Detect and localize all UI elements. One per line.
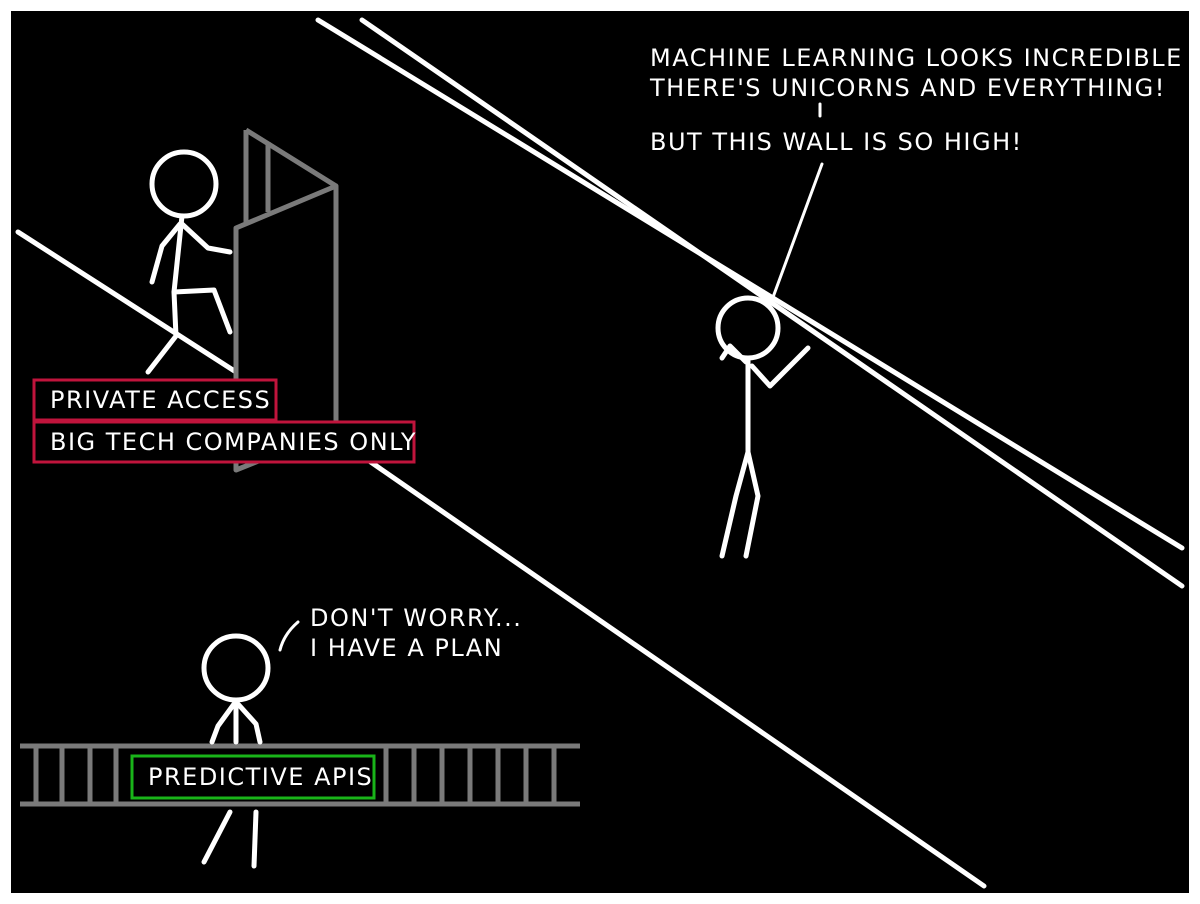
speech-wall-line1: MACHINE LEARNING LOOKS INCREDIBLE xyxy=(650,44,1183,72)
private-access-sign: PRIVATE ACCESS xyxy=(32,378,278,422)
sign-private-access: PRIVATE ACCESS xyxy=(50,386,271,414)
speech-wall-line2: THERE'S UNICORNS AND EVERYTHING! xyxy=(649,74,1166,102)
comic-drawing: PRIVATE ACCESS BIG TECH COMPANIES ONLY P… xyxy=(5,5,1195,899)
speech-wall-line3: BUT THIS WALL IS SO HIGH! xyxy=(650,128,1023,156)
predictive-apis-sign: PREDICTIVE APIS xyxy=(130,754,376,800)
speech-bridge-line1: DON'T WORRY... xyxy=(310,604,522,632)
big-tech-sign: BIG TECH COMPANIES ONLY xyxy=(32,420,417,464)
sign-big-tech-only: BIG TECH COMPANIES ONLY xyxy=(50,428,417,456)
sign-predictive-apis: PREDICTIVE APIS xyxy=(148,763,373,791)
comic-panel: PRIVATE ACCESS BIG TECH COMPANIES ONLY P… xyxy=(0,0,1200,904)
speech-bridge-line2: I HAVE A PLAN xyxy=(310,634,503,662)
